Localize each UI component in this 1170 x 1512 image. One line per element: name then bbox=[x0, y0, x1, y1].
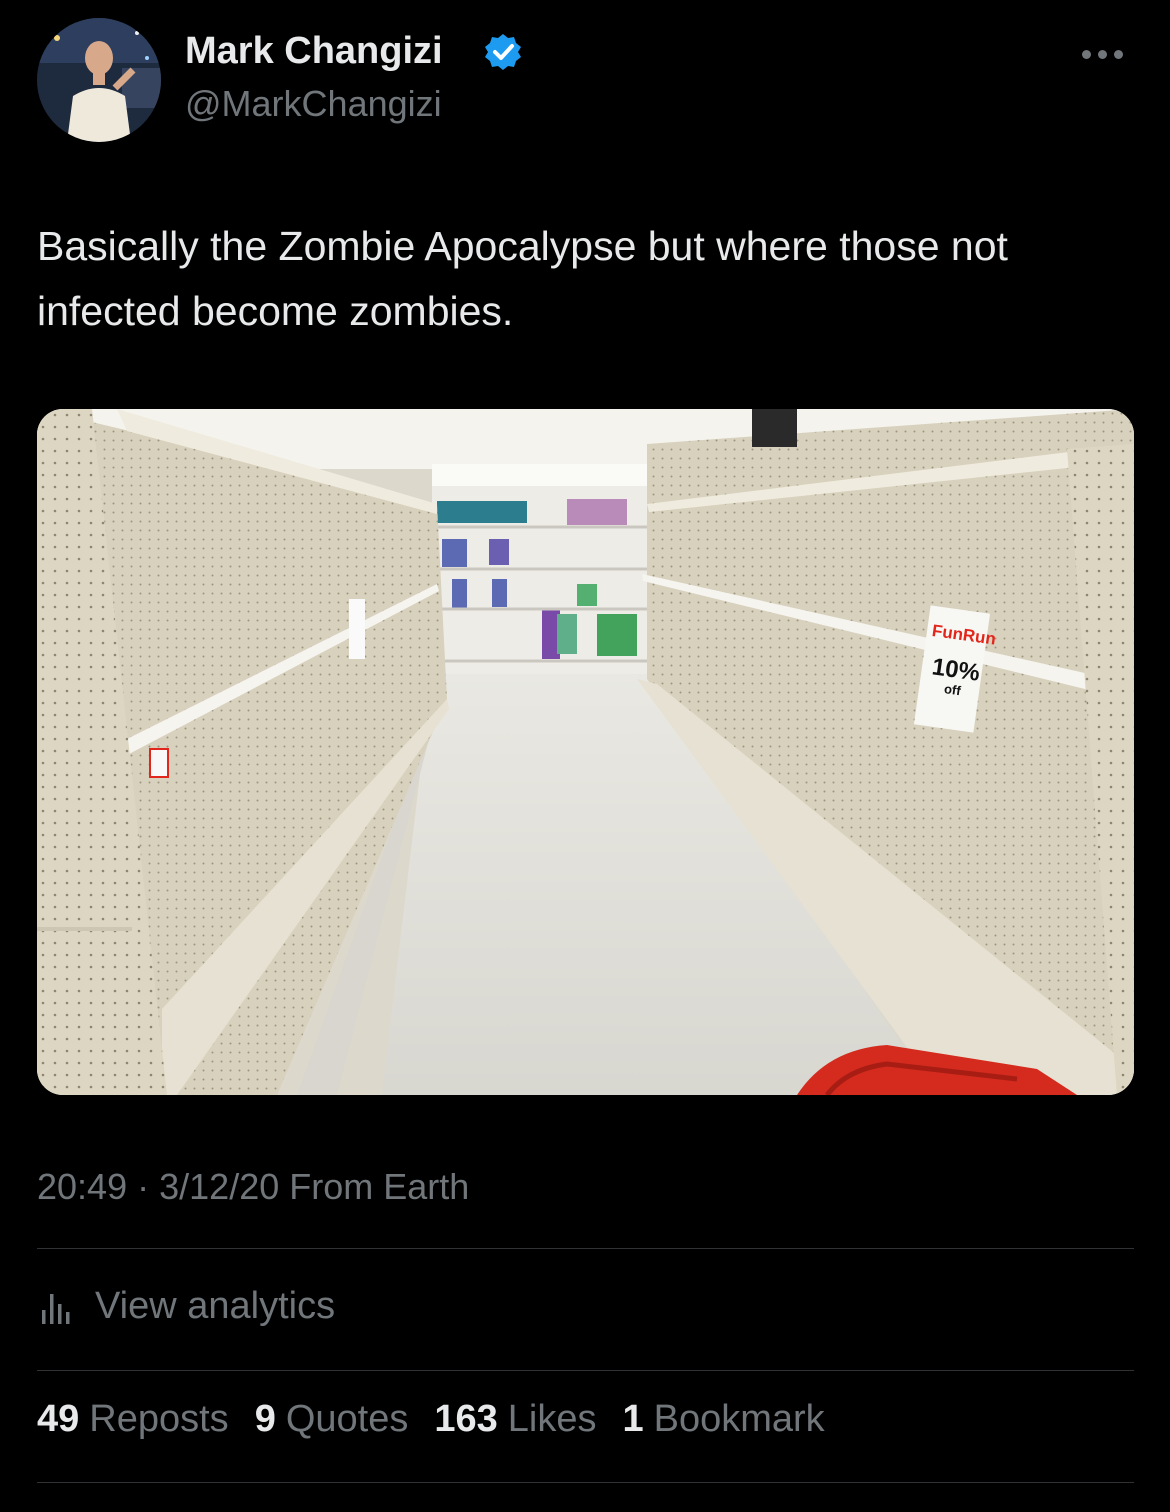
reposts-count: 49 bbox=[37, 1398, 80, 1440]
tweet-source: From Earth bbox=[289, 1166, 470, 1207]
bookmarks-count: 1 bbox=[622, 1398, 644, 1440]
quotes-stat[interactable]: 9 Quotes bbox=[255, 1398, 409, 1441]
empty-store-aisle-photo: FunRun 10% off bbox=[37, 409, 1134, 1095]
tweet-meta: 20:49 · 3/12/20 From Earth bbox=[37, 1166, 469, 1208]
more-options-icon[interactable] bbox=[1082, 44, 1132, 64]
tweet-time[interactable]: 20:49 bbox=[37, 1166, 127, 1207]
avatar-photo bbox=[37, 18, 161, 142]
tweet-text: Basically the Zombie Apocalypse but wher… bbox=[37, 223, 1008, 334]
likes-stat[interactable]: 163 Likes bbox=[434, 1398, 596, 1441]
bookmarks-label: Bookmark bbox=[653, 1398, 825, 1440]
author-display-name[interactable]: Mark Changizi bbox=[185, 30, 443, 73]
divider bbox=[37, 1370, 1134, 1371]
likes-count: 163 bbox=[434, 1398, 498, 1440]
view-analytics-label: View analytics bbox=[95, 1284, 336, 1327]
engagement-stats: 49 Reposts 9 Quotes 163 Likes 1 Bookmark bbox=[37, 1398, 825, 1441]
bar-chart-icon bbox=[42, 1294, 70, 1324]
tweet-date[interactable]: 3/12/20 bbox=[159, 1166, 279, 1207]
view-analytics-button[interactable]: View analytics bbox=[37, 1278, 335, 1334]
avatar[interactable] bbox=[37, 18, 161, 142]
quotes-count: 9 bbox=[254, 1398, 276, 1440]
divider bbox=[37, 1482, 1134, 1483]
tweet-media-image[interactable]: FunRun 10% off bbox=[37, 409, 1134, 1095]
bookmarks-stat[interactable]: 1 Bookmark bbox=[622, 1398, 824, 1441]
reposts-stat[interactable]: 49 Reposts bbox=[37, 1398, 229, 1441]
meta-separator: · bbox=[137, 1166, 150, 1207]
reposts-label: Reposts bbox=[89, 1398, 229, 1440]
author-handle[interactable]: @MarkChangizi bbox=[185, 83, 442, 125]
verified-badge-icon bbox=[485, 34, 521, 70]
quotes-label: Quotes bbox=[285, 1398, 409, 1440]
sign-off-text: off bbox=[943, 681, 962, 698]
likes-label: Likes bbox=[507, 1398, 597, 1440]
divider bbox=[37, 1248, 1134, 1249]
